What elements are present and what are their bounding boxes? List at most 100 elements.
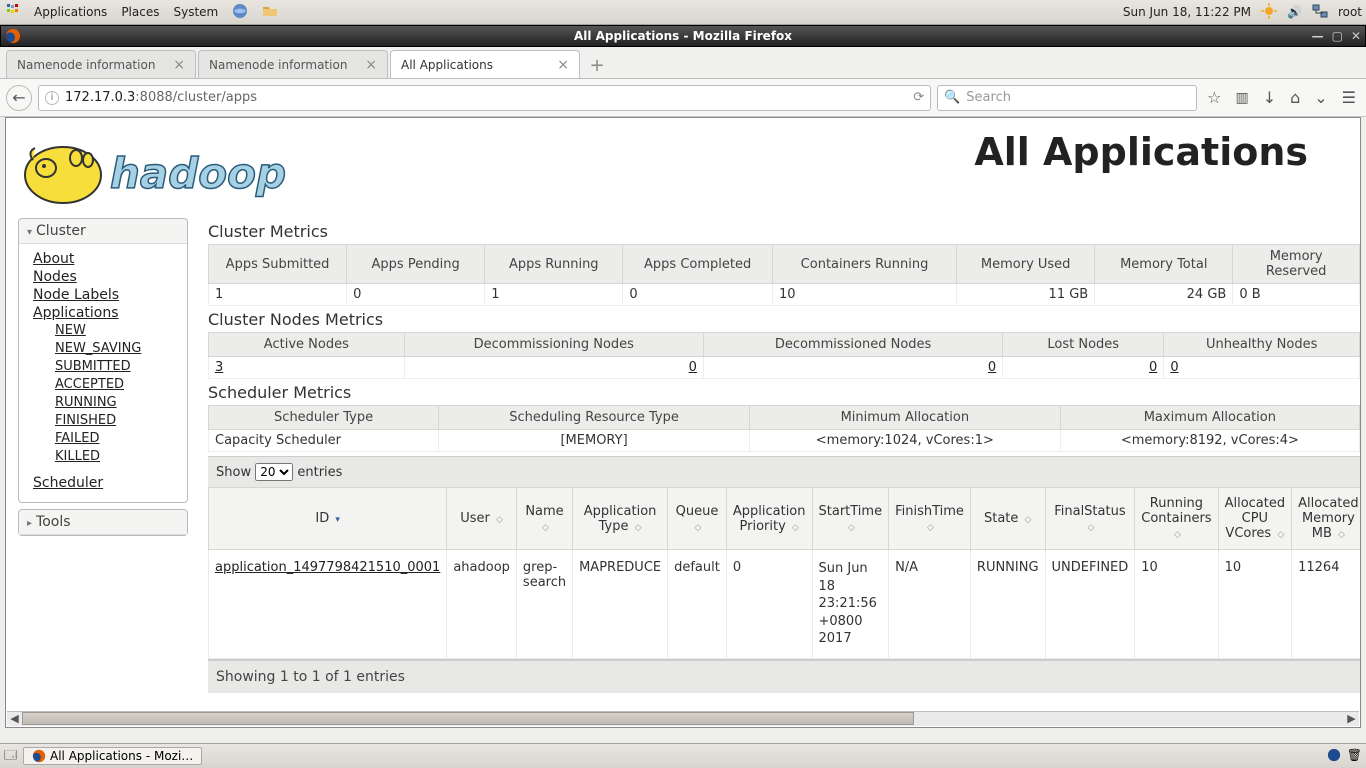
bookmark-star-icon[interactable]: ☆ xyxy=(1203,88,1225,107)
scroll-left-arrow[interactable]: ◀ xyxy=(7,712,22,726)
th: Decommissioning Nodes xyxy=(404,333,703,357)
col-priority[interactable]: Application Priority ◇ xyxy=(726,488,812,550)
col-finalstatus[interactable]: FinalStatus ◇ xyxy=(1045,488,1135,550)
sidebar-link-applications[interactable]: Applications xyxy=(33,304,181,322)
places-menu[interactable]: Places xyxy=(121,5,159,19)
taskbar-app-button[interactable]: All Applications - Mozi… xyxy=(23,747,202,765)
applications-menu-icon[interactable] xyxy=(4,3,20,22)
sidebar-link-state[interactable]: FINISHED xyxy=(55,412,181,430)
volume-icon[interactable]: 🔊 xyxy=(1287,5,1302,19)
sidebar-link-state[interactable]: FAILED xyxy=(55,430,181,448)
sidebar-link-about[interactable]: About xyxy=(33,250,181,268)
application-id-link[interactable]: application_1497798421510_0001 xyxy=(215,560,440,575)
scheduler-metrics-title: Scheduler Metrics xyxy=(208,383,1360,402)
decommissioned-link[interactable]: 0 xyxy=(988,360,996,375)
tab-close-icon[interactable]: × xyxy=(173,57,185,73)
col-user[interactable]: User ◇ xyxy=(447,488,517,550)
system-menu[interactable]: System xyxy=(173,5,218,19)
show-desktop-icon[interactable]: 🗔 xyxy=(4,746,17,767)
col-id[interactable]: ID ▾ xyxy=(209,488,447,550)
tab-close-icon[interactable]: × xyxy=(557,57,569,73)
th: Containers Running xyxy=(772,245,956,284)
active-nodes-link[interactable]: 3 xyxy=(215,360,223,375)
horizontal-scrollbar[interactable]: ◀ ▶ xyxy=(7,711,1359,726)
table-row: application_1497798421510_0001 ahadoop g… xyxy=(209,550,1361,659)
identity-icon[interactable]: i xyxy=(45,91,59,105)
browser-tab[interactable]: Namenode information× xyxy=(198,50,388,78)
applications-menu[interactable]: Applications xyxy=(34,5,107,19)
td: 11 GB xyxy=(957,284,1095,306)
sidebar-link-nodes[interactable]: Nodes xyxy=(33,268,181,286)
sidebar-link-state[interactable]: ACCEPTED xyxy=(55,376,181,394)
sort-icon: ◇ xyxy=(1277,530,1284,540)
workspace-switcher-icon[interactable] xyxy=(1327,748,1341,765)
scrollbar-thumb[interactable] xyxy=(22,712,914,725)
sidebar-link-state[interactable]: NEW_SAVING xyxy=(55,340,181,358)
minimize-button[interactable]: — xyxy=(1312,29,1324,43)
home-icon[interactable]: ⌂ xyxy=(1286,88,1304,107)
td: 1 xyxy=(209,284,347,306)
pocket-icon[interactable]: ⌄ xyxy=(1310,88,1331,107)
maximize-button[interactable]: ▢ xyxy=(1332,29,1343,43)
sidebar-link-state[interactable]: RUNNING xyxy=(55,394,181,412)
trash-icon[interactable]: 🗑 xyxy=(1347,748,1362,765)
cell-mem: 11264 xyxy=(1292,550,1360,659)
files-launcher-icon[interactable] xyxy=(262,3,278,22)
col-apptype[interactable]: Application Type ◇ xyxy=(573,488,668,550)
search-icon: 🔍 xyxy=(944,90,960,105)
td: 10 xyxy=(772,284,956,306)
col-start[interactable]: StartTime ◇ xyxy=(812,488,889,550)
col-state[interactable]: State ◇ xyxy=(970,488,1045,550)
sidebar-link-state[interactable]: SUBMITTED xyxy=(55,358,181,376)
decommissioning-link[interactable]: 0 xyxy=(689,360,697,375)
cell-vcores: 10 xyxy=(1218,550,1292,659)
sidebar-cluster-title[interactable]: Cluster xyxy=(19,219,187,244)
close-button[interactable]: ✕ xyxy=(1351,29,1361,43)
firefox-icon xyxy=(5,28,21,47)
col-vcores[interactable]: Allocated CPU VCores ◇ xyxy=(1218,488,1292,550)
user-menu[interactable]: root xyxy=(1338,5,1362,19)
reload-icon[interactable]: ⟳ xyxy=(913,90,924,105)
scroll-right-arrow[interactable]: ▶ xyxy=(1344,712,1359,726)
td: 0 xyxy=(703,357,1002,379)
library-icon[interactable]: ▥ xyxy=(1231,90,1252,106)
downloads-icon[interactable]: ↓ xyxy=(1259,88,1280,107)
col-finish[interactable]: FinishTime ◇ xyxy=(889,488,971,550)
search-placeholder: Search xyxy=(966,90,1011,105)
sidebar-cluster-box: Cluster About Nodes Node Labels Applicat… xyxy=(18,218,188,503)
svg-text:hadoop: hadoop xyxy=(110,149,286,198)
search-bar[interactable]: 🔍 Search xyxy=(937,85,1197,111)
cell-name: grep-search xyxy=(516,550,572,659)
col-queue[interactable]: Queue ◇ xyxy=(668,488,727,550)
sidebar-link-scheduler[interactable]: Scheduler xyxy=(33,474,181,492)
browser-tab[interactable]: Namenode information× xyxy=(6,50,196,78)
url-bar[interactable]: i 172.17.0.3:8088/cluster/apps ⟳ xyxy=(38,85,931,111)
td: 0 B xyxy=(1233,284,1360,306)
col-runningcontainers[interactable]: Running Containers ◇ xyxy=(1135,488,1218,550)
sort-icon: ◇ xyxy=(1087,523,1094,533)
main-area: Cluster Metrics Apps Submitted Apps Pend… xyxy=(208,218,1360,693)
unhealthy-link[interactable]: 0 xyxy=(1170,360,1178,375)
cell-start: Sun Jun 18 23:21:56 +0800 2017 xyxy=(812,550,889,659)
weather-icon[interactable] xyxy=(1261,3,1277,22)
sidebar-link-node-labels[interactable]: Node Labels xyxy=(33,286,181,304)
sidebar-link-state[interactable]: NEW xyxy=(55,322,181,340)
th: Scheduler Type xyxy=(209,406,439,430)
col-mem[interactable]: Allocated Memory MB ◇ xyxy=(1292,488,1360,550)
browser-tab[interactable]: All Applications× xyxy=(390,50,580,78)
col-name[interactable]: Name ◇ xyxy=(516,488,572,550)
lost-link[interactable]: 0 xyxy=(1149,360,1157,375)
sidebar-tools-title[interactable]: Tools xyxy=(19,510,187,535)
td: <memory:8192, vCores:4> xyxy=(1060,430,1359,452)
clock[interactable]: Sun Jun 18, 11:22 PM xyxy=(1123,5,1251,19)
network-icon[interactable] xyxy=(1312,3,1328,22)
page-length-select[interactable]: 20 xyxy=(255,463,293,481)
hamburger-menu-icon[interactable]: ☰ xyxy=(1338,88,1360,107)
sidebar-link-state[interactable]: KILLED xyxy=(55,448,181,466)
browser-launcher-icon[interactable] xyxy=(232,3,248,22)
nav-back-button[interactable]: ← xyxy=(6,85,32,111)
new-tab-button[interactable]: + xyxy=(582,52,612,78)
tab-close-icon[interactable]: × xyxy=(365,57,377,73)
taskbar-label: All Applications - Mozi… xyxy=(50,749,193,763)
cell-type: MAPREDUCE xyxy=(573,550,668,659)
